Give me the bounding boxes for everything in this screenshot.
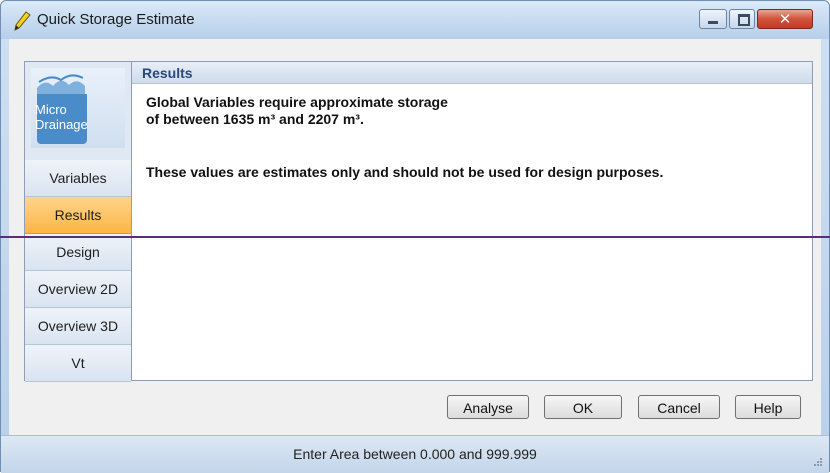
cancel-button[interactable]: Cancel	[638, 395, 720, 419]
message-line-1: Global Variables require approximate sto…	[146, 94, 448, 110]
help-button[interactable]: Help	[735, 395, 801, 419]
resize-grip-icon[interactable]	[813, 457, 823, 467]
logo-text: Micro Drainage	[35, 102, 95, 132]
window-title: Quick Storage Estimate	[37, 11, 195, 28]
logo-line1: Micro	[35, 102, 67, 117]
minimize-button[interactable]	[699, 9, 727, 29]
sidebar: Micro Drainage Variables Results Design …	[25, 62, 132, 382]
sidebar-item-overview-3d[interactable]: Overview 3D	[25, 308, 131, 345]
storage-estimate-message: Global Variables require approximate sto…	[146, 94, 746, 128]
maximize-icon	[738, 14, 750, 26]
sidebar-item-vt[interactable]: Vt	[25, 345, 131, 382]
estimate-disclaimer: These values are estimates only and shou…	[146, 164, 664, 180]
maximize-button[interactable]	[729, 9, 755, 29]
main-panel: Micro Drainage Variables Results Design …	[24, 61, 813, 382]
ok-button[interactable]: OK	[544, 395, 622, 419]
results-panel: Results Global Variables require approxi…	[132, 62, 812, 380]
pencil-icon	[14, 11, 31, 31]
micro-drainage-logo: Micro Drainage	[31, 68, 125, 148]
panel-header: Results	[132, 62, 812, 84]
close-icon: ✕	[778, 10, 792, 28]
close-button[interactable]: ✕	[757, 9, 813, 29]
sidebar-item-overview-2d[interactable]: Overview 2D	[25, 271, 131, 308]
sidebar-item-variables[interactable]: Variables	[25, 160, 131, 197]
message-line-2: of between 1635 m³ and 2207 m³.	[146, 111, 364, 127]
sidebar-item-results[interactable]: Results	[25, 197, 131, 234]
logo-line2: Drainage	[35, 117, 88, 132]
analyse-button[interactable]: Analyse	[447, 395, 529, 419]
sidebar-item-design[interactable]: Design	[25, 234, 131, 271]
minimize-icon	[708, 21, 718, 24]
status-text: Enter Area between 0.000 and 999.999	[293, 446, 537, 462]
title-bar[interactable]: Quick Storage Estimate ✕	[1, 1, 829, 39]
status-bar: Enter Area between 0.000 and 999.999	[1, 435, 829, 473]
divider-line	[0, 236, 830, 238]
